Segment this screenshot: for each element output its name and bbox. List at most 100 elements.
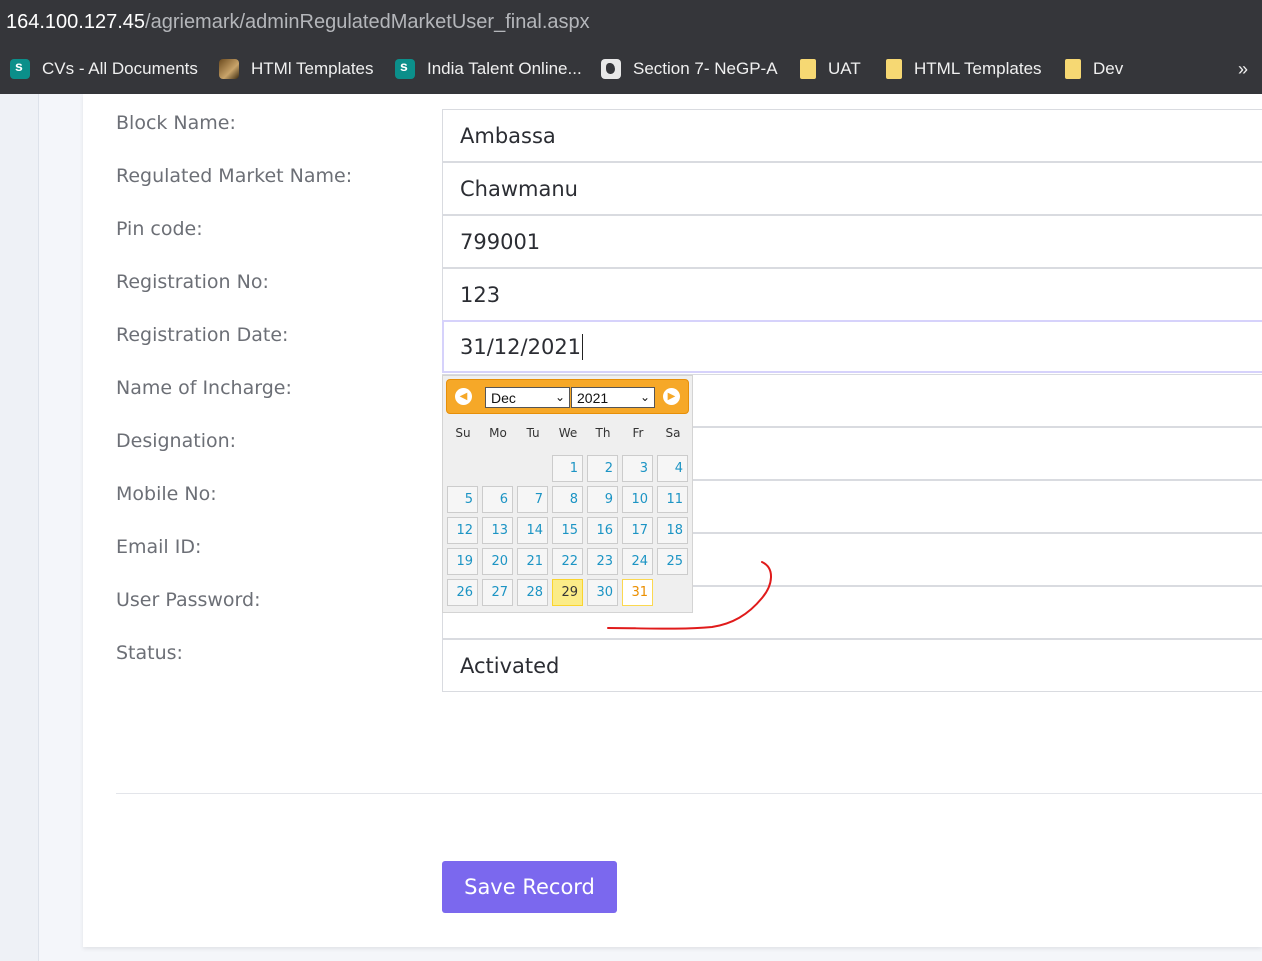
calendar-day[interactable]: 20 [482,548,513,575]
calendar-day[interactable]: 4 [657,455,688,482]
calendar-day[interactable]: 10 [622,486,653,513]
globe-icon [601,59,621,79]
calendar-day[interactable]: 19 [447,548,478,575]
calendar-day[interactable]: 2 [587,455,618,482]
block-name-value: Ambassa [460,123,556,148]
weekday-header-sa: Sa [665,426,681,440]
pin-code-field[interactable]: 799001 [442,215,1262,268]
calendar-day[interactable]: 13 [482,517,513,544]
text-caret [582,333,584,360]
bookmark-label: UAT [828,59,861,78]
url-path: /agriemark/adminRegulatedMarketUser_fina… [145,10,590,33]
block-name-field[interactable]: Ambassa [442,109,1262,162]
calendar-day[interactable]: 17 [622,517,653,544]
registration-date-field[interactable]: 31/12/2021 [442,320,1262,373]
calendar-day[interactable]: 12 [447,517,478,544]
month-select-value: Dec [491,389,516,406]
calendar-day[interactable]: 15 [552,517,583,544]
calendar-day[interactable]: 5 [447,486,478,513]
calendar-day[interactable]: 28 [517,579,548,606]
registration-no-value: 123 [460,282,501,307]
label-registration-no: Registration No: [116,271,269,293]
weekday-header-tu: Tu [526,426,540,440]
calendar-day[interactable]: 25 [657,548,688,575]
calendar-day[interactable]: 27 [482,579,513,606]
year-select-value: 2021 [577,389,609,406]
bookmark-label: Dev [1093,59,1124,78]
bookmark-india-talent[interactable]: India Talent Online... [395,44,582,94]
calendar-day[interactable]: 1 [552,455,583,482]
label-email-id: Email ID: [116,536,202,558]
prev-month-button[interactable]: ◀ [455,388,472,405]
folder-icon [886,59,902,79]
chevron-right-icon: ▶ [667,390,676,402]
bookmark-label: India Talent Online... [427,59,582,78]
bookmark-cvs[interactable]: CVs - All Documents [10,44,198,94]
chevron-down-icon: ⌄ [554,390,565,404]
bookmark-uat[interactable]: UAT [800,44,861,94]
calendar-day[interactable]: 21 [517,548,548,575]
regulated-market-name-value: Chawmanu [460,176,578,201]
label-registration-date: Registration Date: [116,324,289,346]
weekday-header-th: Th [595,426,611,440]
regulated-market-name-field[interactable]: Chawmanu [442,162,1262,215]
weekday-header-fr: Fr [632,426,644,440]
save-record-button[interactable]: Save Record [442,861,617,913]
calendar-day[interactable]: 3 [622,455,653,482]
bookmark-section7[interactable]: Section 7- NeGP-A [601,44,778,94]
image-icon [219,59,239,79]
registration-date-value: 31/12/2021 [460,334,582,359]
calendar-day[interactable]: 18 [657,517,688,544]
bookmark-label: HTMl Templates [251,59,374,78]
year-select[interactable]: 2021 ⌄ [571,387,655,408]
pin-code-value: 799001 [460,229,541,254]
month-select[interactable]: Dec ⌄ [485,387,570,408]
calendar-day[interactable]: 29 [552,579,583,606]
registration-no-field[interactable]: 123 [442,268,1262,321]
label-regulated-market-name: Regulated Market Name: [116,165,353,187]
bookmark-dev[interactable]: Dev [1065,44,1123,94]
calendar-day[interactable]: 16 [587,517,618,544]
calendar-day[interactable]: 14 [517,517,548,544]
calendar-day[interactable]: 30 [587,579,618,606]
label-designation: Designation: [116,430,237,452]
label-status: Status: [116,642,183,664]
weekday-header-su: Su [455,426,471,440]
label-mobile-no: Mobile No: [116,483,217,505]
folder-icon [1065,59,1081,79]
label-pin-code: Pin code: [116,218,203,240]
bookmark-label: HTML Templates [914,59,1042,78]
address-bar[interactable]: 164.100.127.45/agriemark/adminRegulatedM… [0,0,1262,44]
url-host: 164.100.127.45 [6,10,146,33]
calendar-day[interactable]: 26 [447,579,478,606]
bookmarks-bar: CVs - All Documents HTMl Templates India… [0,44,1262,94]
calendar-day[interactable]: 23 [587,548,618,575]
calendar-day[interactable]: 24 [622,548,653,575]
weekday-header-we: We [558,426,578,440]
label-block-name: Block Name: [116,112,236,134]
sharepoint-icon [10,58,30,79]
calendar-day[interactable]: 8 [552,486,583,513]
bookmark-label: CVs - All Documents [42,59,198,78]
calendar-day[interactable]: 9 [587,486,618,513]
bookmark-html-templates-2[interactable]: HTML Templates [886,44,1042,94]
bookmarks-overflow-button[interactable]: » [1238,44,1248,94]
status-field[interactable]: Activated [442,639,1262,692]
status-value: Activated [460,653,560,678]
sidebar-strip [0,94,39,961]
calendar-day[interactable]: 31 [622,579,653,606]
calendar-day[interactable]: 22 [552,548,583,575]
label-name-of-incharge: Name of Incharge: [116,377,292,399]
bookmark-html-templates-1[interactable]: HTMl Templates [219,44,374,94]
weekday-header-mo: Mo [489,426,507,440]
label-user-password: User Password: [116,589,261,611]
calendar-day[interactable]: 7 [517,486,548,513]
datepicker-popup: ◀ Dec ⌄ 2021 ⌄ ▶ Su Mo Tu We Th Fr Sa 1 2 3 4 5 6 7 8 9 10… [442,375,693,613]
calendar-day[interactable]: 6 [482,486,513,513]
form-divider [116,793,1262,794]
sharepoint-icon [395,58,415,79]
calendar-day[interactable]: 11 [657,486,688,513]
next-month-button[interactable]: ▶ [663,388,680,405]
chevron-down-icon: ⌄ [639,390,650,404]
chevron-left-icon: ◀ [459,390,468,402]
